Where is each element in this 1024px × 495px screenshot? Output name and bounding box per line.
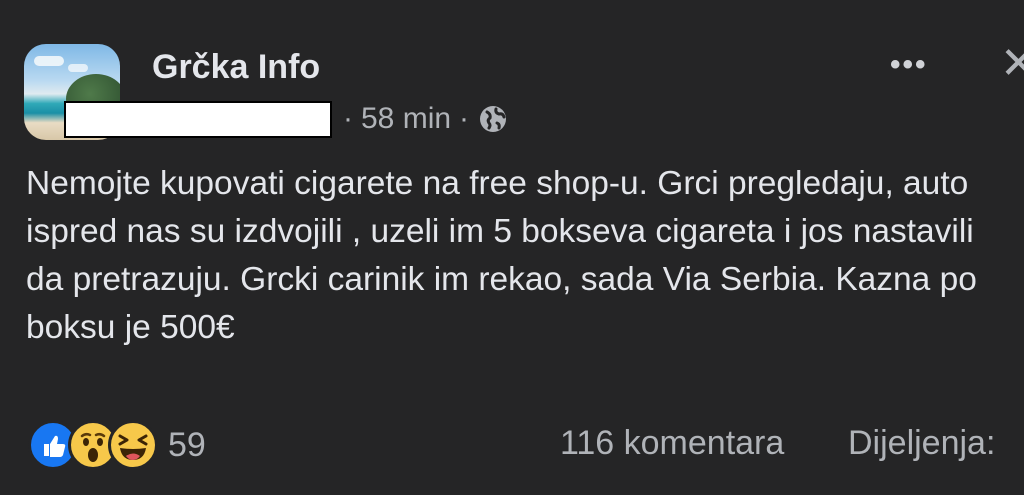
globe-icon <box>477 103 509 135</box>
avatar-cloud <box>34 56 64 66</box>
close-button[interactable]: ✕ <box>1000 38 1024 89</box>
reaction-count[interactable]: 59 <box>168 426 206 465</box>
post-body-text: Nemojte kupovati cigarete na free shop-u… <box>26 165 977 346</box>
post-time[interactable]: 58 min <box>361 102 451 136</box>
meta-separator: · <box>459 102 470 135</box>
reactions-summary[interactable]: 59 <box>28 420 206 470</box>
meta-separator: · <box>343 102 353 135</box>
redacted-author-box <box>64 101 332 138</box>
page-name-link[interactable]: Grčka Info <box>152 48 320 87</box>
post-meta: · 58 min · <box>343 102 509 136</box>
comments-count-link[interactable]: 116 komentara <box>560 424 784 463</box>
haha-reaction-icon <box>108 420 158 470</box>
avatar-cloud <box>68 64 88 72</box>
more-options-button[interactable]: ••• <box>890 48 928 82</box>
shares-count-link[interactable]: Dijeljenja: <box>848 424 995 463</box>
